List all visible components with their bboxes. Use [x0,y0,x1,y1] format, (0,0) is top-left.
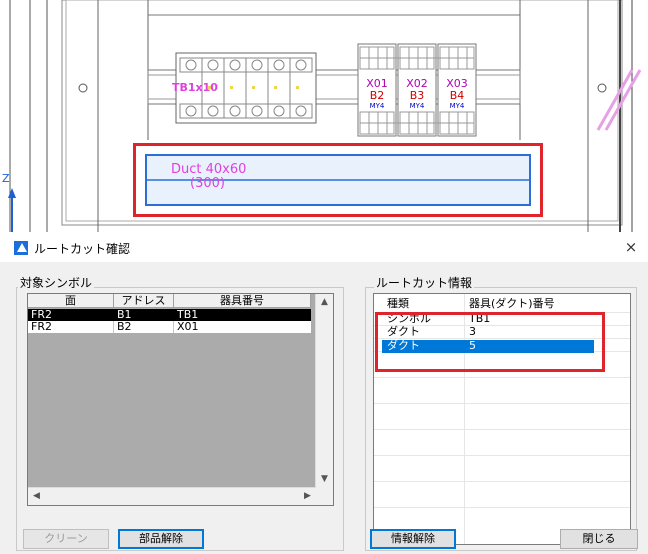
relay-x02-label: X02 B3 MY4 [406,78,428,111]
dialog-title: ルートカット確認 [34,242,131,256]
release-info-button[interactable]: 情報解除 [370,529,456,549]
route-cut-info-group-label: ルートカット情報 [374,274,475,291]
scroll-left-icon[interactable]: ◀ [28,488,45,505]
cad-drawing-area[interactable]: TB1x10 X01 B2 MY4 X02 B3 MY4 X03 B4 MY4 … [0,0,648,232]
axis-z-label: Z [2,172,10,185]
relay-b-id: B2 [369,89,385,102]
info-header-row: 種類 器具(ダクト)番号 [374,298,630,310]
target-symbol-group-label: 対象シンボル [18,274,95,291]
vertical-scrollbar[interactable]: ▲ ▼ [315,294,333,488]
route-cut-dialog: ルートカット確認 × 対象シンボル 面 アドレス 器具番号 FR2 B1 TB1… [0,232,648,554]
relay-x03-label: X03 B4 MY4 [446,78,468,111]
column-header-address[interactable]: アドレス [114,294,174,308]
scroll-right-icon[interactable]: ▶ [299,488,316,505]
column-header-face[interactable]: 面 [28,294,114,308]
scrollbar-corner [316,488,333,505]
clear-button[interactable]: クリーン [23,529,109,549]
highlight-frame-info [375,312,605,372]
close-button[interactable]: 閉じる [560,529,638,549]
relay-model: MY4 [449,102,465,110]
horizontal-scrollbar[interactable]: ◀ ▶ [28,487,316,505]
relay-b-id: B4 [449,89,465,102]
highlight-frame-duct [133,143,543,217]
scroll-up-icon[interactable]: ▲ [316,294,333,311]
column-header-device-number[interactable]: 器具番号 [174,294,311,308]
cell-address: B2 [114,321,174,333]
grid-line [374,377,630,378]
scroll-down-icon[interactable]: ▼ [316,471,333,488]
grid-line [374,403,630,404]
app-logo-icon [14,241,28,255]
table-row[interactable]: FR2 B2 X01 [28,321,311,333]
release-part-button[interactable]: 部品解除 [118,529,204,549]
grid-line [374,481,630,482]
table-row[interactable]: FR2 B1 TB1 [28,309,311,321]
symbols-list[interactable]: 面 アドレス 器具番号 FR2 B1 TB1 FR2 B2 X01 ▲ ▼ ◀ … [27,293,334,506]
close-icon[interactable]: × [620,236,642,258]
relay-b-id: B3 [409,89,425,102]
cell-device: X01 [177,320,199,333]
cell-face: FR2 [28,321,114,333]
column-header-duct-number: 器具(ダクト)番号 [469,297,555,310]
grid-line [374,507,630,508]
relay-model: MY4 [409,102,425,110]
grid-line [374,455,630,456]
dialog-titlebar[interactable]: ルートカット確認 × [0,232,648,262]
column-header-kind: 種類 [387,297,409,310]
relay-x01-label: X01 B2 MY4 [366,78,388,111]
grid-line [374,429,630,430]
relay-model: MY4 [369,102,385,110]
terminal-block-label: TB1x10 [172,81,218,94]
